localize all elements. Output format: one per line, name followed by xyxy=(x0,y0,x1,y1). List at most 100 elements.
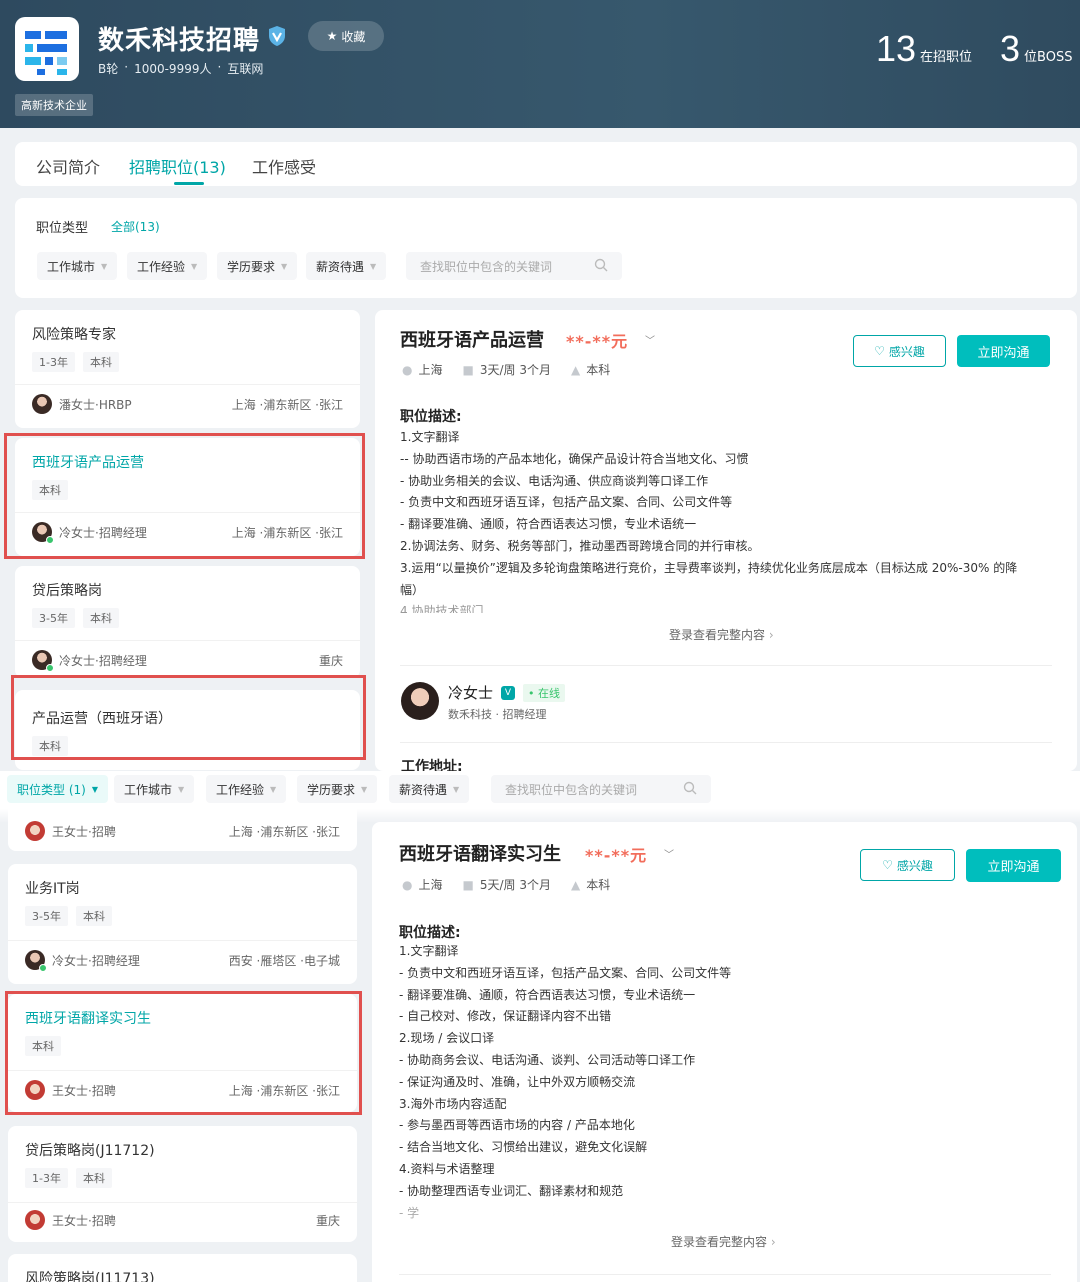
job-tag: 本科 xyxy=(75,906,112,926)
desc-line: 1.文字翻译 xyxy=(400,430,460,444)
job-type-label: 职位类型 xyxy=(36,221,89,236)
chevron-down-icon[interactable]: ﹀ xyxy=(645,332,655,347)
chip-label: 工作经验 xyxy=(216,782,265,797)
filter-experience[interactable]: 工作经验 ▼ xyxy=(127,252,208,280)
graduation-cap-icon: ▲ xyxy=(570,877,581,892)
boss-name-text: 冷女士 xyxy=(448,684,494,702)
company-name: 数禾科技招聘 xyxy=(98,26,261,56)
filter-city[interactable]: 工作城市 ▼ xyxy=(37,252,118,280)
desc-line: - 协助整理西语专业词汇、翻译素材和规范 xyxy=(399,1183,624,1198)
job-tags: 3-5年 本科 xyxy=(32,608,119,628)
chevron-right-icon: › xyxy=(768,628,774,642)
tab-intro[interactable]: 公司简介 xyxy=(36,154,100,178)
briefcase-icon: ■ xyxy=(462,877,474,892)
job-type-all[interactable]: 全部(13) xyxy=(111,218,160,235)
interest-button[interactable]: ♡ 感兴趣 xyxy=(853,335,946,367)
job-tags: 1-3年 本科 xyxy=(32,352,119,372)
interest-button[interactable]: ♡ 感兴趣 xyxy=(860,849,955,881)
detail-title: 西班牙语产品运营 xyxy=(400,330,544,351)
chat-now-button[interactable]: 立即沟通 xyxy=(966,849,1061,882)
desc-line: - 结合当地文化、习惯给出建议，避免文化误解 xyxy=(399,1140,648,1155)
detail-degree: 本科 xyxy=(586,363,611,377)
keyword-search[interactable]: 查找职位中包含的关键词 xyxy=(406,252,622,280)
detail-salary: **-**元 xyxy=(566,332,629,351)
filter-degree[interactable]: 学历要求 ▼ xyxy=(217,252,298,280)
filter-experience[interactable]: 工作经验 ▼ xyxy=(206,775,287,803)
highlight-box xyxy=(4,433,365,559)
detail-schedule: 3天/周 3个月 xyxy=(479,363,551,377)
divider xyxy=(400,665,1052,666)
heart-icon: ♡ xyxy=(882,858,893,872)
desc-line: - 协助业务相关的会议、电话沟通、供应商谈判等口译工作 xyxy=(400,473,709,488)
search-placeholder: 查找职位中包含的关键词 xyxy=(420,259,553,274)
desc-line: 4.资料与术语整理 xyxy=(399,1161,495,1176)
location-pin-icon: ● xyxy=(402,362,413,377)
desc-line: - 自己校对、修改，保证翻译内容不出错 xyxy=(399,1009,612,1024)
job-tag: 3-5年 xyxy=(25,906,68,926)
avatar xyxy=(25,821,45,841)
job-location: 西安 ·雁塔区 ·电子城 xyxy=(228,953,340,968)
desc-line: 3.运用“以量换价”逻辑及多轮询盘策略进行竞价，主导费率谈判，持续优化业务底层成… xyxy=(400,560,1018,575)
stat-boss-count: 3 位BOSS xyxy=(1000,28,1072,70)
favorite-label: 收藏 xyxy=(341,29,366,44)
chevron-right-icon: › xyxy=(770,1235,776,1249)
boss-name: 冷女士 V • 在线 xyxy=(448,682,566,703)
filter-city[interactable]: 工作城市 ▼ xyxy=(114,775,195,803)
desc-line: 4.协助技术部门 xyxy=(400,604,484,613)
divider xyxy=(15,640,360,641)
company-industry: 互联网 xyxy=(227,62,264,76)
caret-down-icon: ▼ xyxy=(370,261,377,271)
desc-line: 幅） xyxy=(400,582,425,597)
recruiter: 王女士·招聘 xyxy=(52,1213,116,1228)
online-dot xyxy=(46,664,54,672)
search-placeholder: 查找职位中包含的关键词 xyxy=(505,782,638,797)
job-tag: 本科 xyxy=(82,608,119,628)
tab-jobs[interactable]: 招聘职位(13) xyxy=(129,154,226,178)
job-location: 上海 ·浦东新区 ·张江 xyxy=(231,397,343,412)
tab-reviews[interactable]: 工作感受 xyxy=(252,154,316,178)
job-card[interactable]: 风险策略专家 1-3年 本科 潘女士·HRBP 上海 ·浦东新区 ·张江 xyxy=(15,310,360,428)
job-card[interactable]: 业务IT岗 3-5年 本科 冷女士·招聘经理 西安 ·雁塔区 ·电子城 xyxy=(8,864,357,984)
chevron-down-icon[interactable]: ﹀ xyxy=(664,846,674,861)
chip-label: 工作经验 xyxy=(137,259,186,274)
favorite-button[interactable]: ★ 收藏 xyxy=(308,21,384,51)
job-detail-panel: 西班牙语产品运营 **-**元 ﹀ ● 上海 ■ 3天/周 3个月 ▲ 本科 ♡ 感兴趣… xyxy=(375,310,1077,775)
briefcase-icon: ■ xyxy=(462,362,474,377)
company-funding: B轮 xyxy=(98,62,119,76)
filter-salary[interactable]: 薪资待遇 ▼ xyxy=(389,775,470,803)
detail-degree: 本科 xyxy=(586,878,611,892)
job-footer: 王女士·招聘 重庆 xyxy=(25,1210,340,1230)
recruiter: 冷女士·招聘经理 xyxy=(52,953,140,968)
desc-line: - 学 xyxy=(399,1205,420,1220)
job-card[interactable]: 王女士·招聘 上海 ·浦东新区 ·张江 xyxy=(8,809,357,851)
keyword-search[interactable]: 查找职位中包含的关键词 xyxy=(491,775,711,803)
boss-subtitle: 数禾科技 · 招聘经理 xyxy=(448,708,547,721)
job-title: 风险策略岗(J11713) xyxy=(25,1271,155,1282)
desc-line: 1.文字翻译 xyxy=(399,944,459,958)
login-more-label: 登录查看完整内容 xyxy=(671,1235,768,1249)
chip-label: 工作城市 xyxy=(124,782,173,797)
company-size: 1000-9999人 xyxy=(134,62,212,76)
login-more-link[interactable]: 登录查看完整内容 › xyxy=(671,1233,776,1250)
filter-job-type[interactable]: 职位类型 (1) ▼ xyxy=(7,775,108,803)
job-description: 1.文字翻译 -- 协助西语市场的产品本地化，确保产品设计符合当地文化、习惯 -… xyxy=(400,427,1017,613)
job-footer: 王女士·招聘 上海 ·浦东新区 ·张江 xyxy=(25,821,340,841)
chat-now-button[interactable]: 立即沟通 xyxy=(957,335,1050,367)
stat-value: 13 xyxy=(876,28,917,69)
login-more-link[interactable]: 登录查看完整内容 › xyxy=(669,626,774,643)
caret-down-icon: ▼ xyxy=(270,784,277,794)
job-card[interactable]: 贷后策略岗(J11712) 1-3年 本科 王女士·招聘 重庆 xyxy=(8,1126,357,1242)
chip-label: 薪资待遇 xyxy=(399,782,448,797)
filter-salary[interactable]: 薪资待遇 ▼ xyxy=(306,252,387,280)
boss-avatar xyxy=(401,682,439,720)
filter-degree[interactable]: 学历要求 ▼ xyxy=(297,775,378,803)
company-header: 数禾科技招聘 ★ 收藏 B轮 · 1000-9999人 · 互联网 高新技术企业 1… xyxy=(0,0,1080,128)
company-meta: B轮 · 1000-9999人 · 互联网 xyxy=(98,60,264,76)
caret-down-icon: ▼ xyxy=(91,784,98,794)
desc-line: 3.海外市场内容适配 xyxy=(399,1096,507,1111)
highlight-box xyxy=(5,991,362,1115)
job-card[interactable]: 贷后策略岗 3-5年 本科 冷女士·招聘经理 重庆 xyxy=(15,566,360,678)
company-tag: 高新技术企业 xyxy=(15,94,93,116)
job-card[interactable]: 风险策略岗(J11713) xyxy=(8,1254,357,1282)
caret-down-icon: ▼ xyxy=(453,784,460,794)
